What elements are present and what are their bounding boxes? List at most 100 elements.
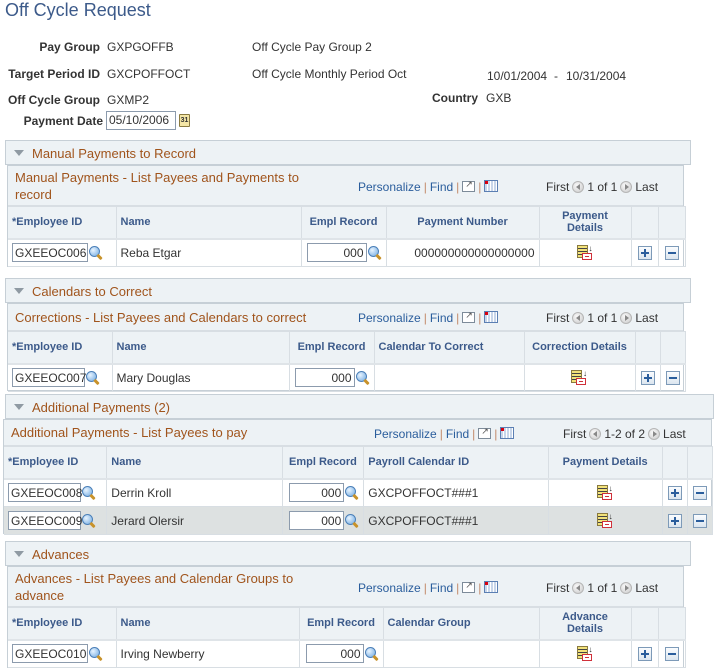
payment-date-input[interactable]: 05/10/2006	[106, 111, 176, 130]
column-header-empty	[662, 446, 688, 480]
pagination: First 1 of 1 Last	[546, 180, 658, 194]
download-grid-icon[interactable]	[484, 311, 499, 323]
view-all-zoom-icon[interactable]	[478, 426, 492, 439]
payment-details-icon[interactable]: ↓	[596, 484, 614, 501]
empl-record-input[interactable]: 000	[289, 511, 345, 530]
section-header-additional-payments[interactable]: Additional Payments (2)	[5, 394, 714, 419]
separator: |	[494, 427, 498, 441]
column-header-empty	[687, 446, 714, 480]
delete-row-button[interactable]	[692, 486, 707, 501]
add-row-button[interactable]	[637, 647, 652, 662]
last-label[interactable]: Last	[635, 581, 658, 595]
last-label[interactable]: Last	[635, 311, 658, 325]
lookup-icon[interactable]	[364, 646, 379, 661]
employee-id-input[interactable]: GXEEOC008	[8, 483, 82, 503]
section-header-manual-payments[interactable]: Manual Payments to Record	[5, 140, 691, 165]
empl-record-input[interactable]: 000	[294, 368, 355, 388]
add-row-button[interactable]	[640, 371, 655, 386]
empl-record-input[interactable]: 000	[289, 483, 345, 503]
table-row: GXEEOC006 Reba Etgar 000 000000000000000…	[8, 238, 686, 267]
previous-arrow-icon[interactable]	[572, 181, 585, 193]
personalize-link[interactable]: Personalize	[358, 581, 421, 595]
correction-details-icon[interactable]: ↓	[571, 369, 588, 386]
find-link[interactable]: Find	[446, 427, 469, 441]
lookup-icon[interactable]	[367, 245, 382, 260]
column-header: Payroll Calendar ID	[363, 446, 549, 480]
calendar-icon[interactable]: 31	[179, 114, 190, 127]
empl-record-input[interactable]: 000	[306, 243, 367, 263]
lookup-icon[interactable]	[85, 370, 100, 385]
section-title: Additional Payments (2)	[32, 400, 171, 415]
delete-row-button[interactable]	[665, 371, 680, 386]
last-label[interactable]: Last	[635, 180, 658, 194]
first-label[interactable]: First	[546, 311, 569, 325]
lookup-icon[interactable]	[88, 646, 103, 661]
lookup-icon[interactable]	[81, 513, 96, 528]
last-label[interactable]: Last	[663, 427, 686, 441]
employee-id-input[interactable]: GXEEOC006	[12, 243, 88, 263]
column-header: *Employee ID	[4, 446, 108, 480]
find-link[interactable]: Find	[430, 581, 453, 595]
find-link[interactable]: Find	[430, 180, 453, 194]
delete-row-button[interactable]	[664, 246, 679, 261]
download-grid-icon[interactable]	[484, 180, 499, 192]
grid-title: Manual Payments - List Payees and Paymen…	[15, 170, 299, 202]
previous-arrow-icon[interactable]	[572, 582, 585, 594]
advances-grid: Advances - List Payees and Calendar Grou…	[7, 566, 686, 668]
view-all-zoom-icon[interactable]	[462, 310, 476, 323]
separator: |	[423, 180, 427, 194]
lookup-icon[interactable]	[88, 245, 103, 260]
delete-row-button[interactable]	[692, 513, 707, 528]
off-cycle-group-label: Off Cycle Group	[7, 93, 100, 107]
grid-toolbar: Personalize|Find||	[374, 426, 515, 441]
personalize-link[interactable]: Personalize	[358, 180, 421, 194]
payroll-calendar-id-cell: GXCPOFFOCT###1	[363, 478, 549, 507]
advances-table: *Employee ID Name Empl Record Calendar G…	[8, 607, 686, 668]
empl-record-input[interactable]: 000	[305, 644, 364, 664]
employee-id-input[interactable]: GXEEOC009	[8, 511, 82, 530]
payment-details-icon[interactable]: ↓	[596, 512, 614, 529]
first-label[interactable]: First	[546, 581, 569, 595]
next-arrow-icon[interactable]	[620, 181, 633, 193]
lookup-icon[interactable]	[81, 485, 96, 500]
first-label[interactable]: First	[546, 180, 569, 194]
view-all-zoom-icon[interactable]	[462, 179, 476, 192]
additional-payments-grid: Additional Payments - List Payees to pay…	[3, 419, 714, 535]
delete-row-button[interactable]	[664, 647, 679, 662]
section-header-calendars-to-correct[interactable]: Calendars to Correct	[5, 278, 691, 303]
section-header-advances[interactable]: Advances	[5, 541, 691, 566]
previous-arrow-icon[interactable]	[589, 428, 602, 440]
next-arrow-icon[interactable]	[620, 582, 633, 594]
personalize-link[interactable]: Personalize	[374, 427, 437, 441]
download-grid-icon[interactable]	[484, 581, 499, 593]
payment-details-icon[interactable]: ↓	[576, 244, 594, 261]
grid-toolbar: Personalize|Find||	[358, 310, 499, 325]
employee-id-input[interactable]: GXEEOC010	[12, 644, 88, 664]
view-all-zoom-icon[interactable]	[462, 580, 476, 593]
row-range: 1 of 1	[587, 581, 618, 595]
first-label[interactable]: First	[563, 427, 586, 441]
lookup-icon[interactable]	[344, 513, 359, 528]
column-header-empty	[635, 331, 661, 365]
employee-id-input[interactable]: GXEEOC007	[12, 368, 86, 388]
advance-details-icon[interactable]: ↓	[576, 645, 594, 662]
lookup-icon[interactable]	[344, 485, 359, 500]
column-header-empty	[658, 206, 686, 240]
column-header: Payment Number	[386, 206, 540, 240]
manual-payments-table: *Employee ID Name Empl Record Payment Nu…	[8, 206, 686, 267]
lookup-icon[interactable]	[355, 370, 370, 385]
add-row-button[interactable]	[667, 513, 682, 528]
add-row-button[interactable]	[637, 246, 652, 261]
name-cell: Irving Newberry	[116, 639, 300, 668]
personalize-link[interactable]: Personalize	[358, 311, 421, 325]
section-title: Advances	[32, 547, 90, 562]
payment-date-label: Payment Date	[23, 114, 103, 128]
add-row-button[interactable]	[667, 486, 682, 501]
next-arrow-icon[interactable]	[620, 312, 633, 324]
next-arrow-icon[interactable]	[648, 428, 661, 440]
find-link[interactable]: Find	[430, 311, 453, 325]
download-grid-icon[interactable]	[500, 427, 515, 439]
previous-arrow-icon[interactable]	[572, 312, 585, 324]
column-header-empty	[631, 607, 659, 641]
target-period-label: Target Period ID	[8, 67, 100, 81]
